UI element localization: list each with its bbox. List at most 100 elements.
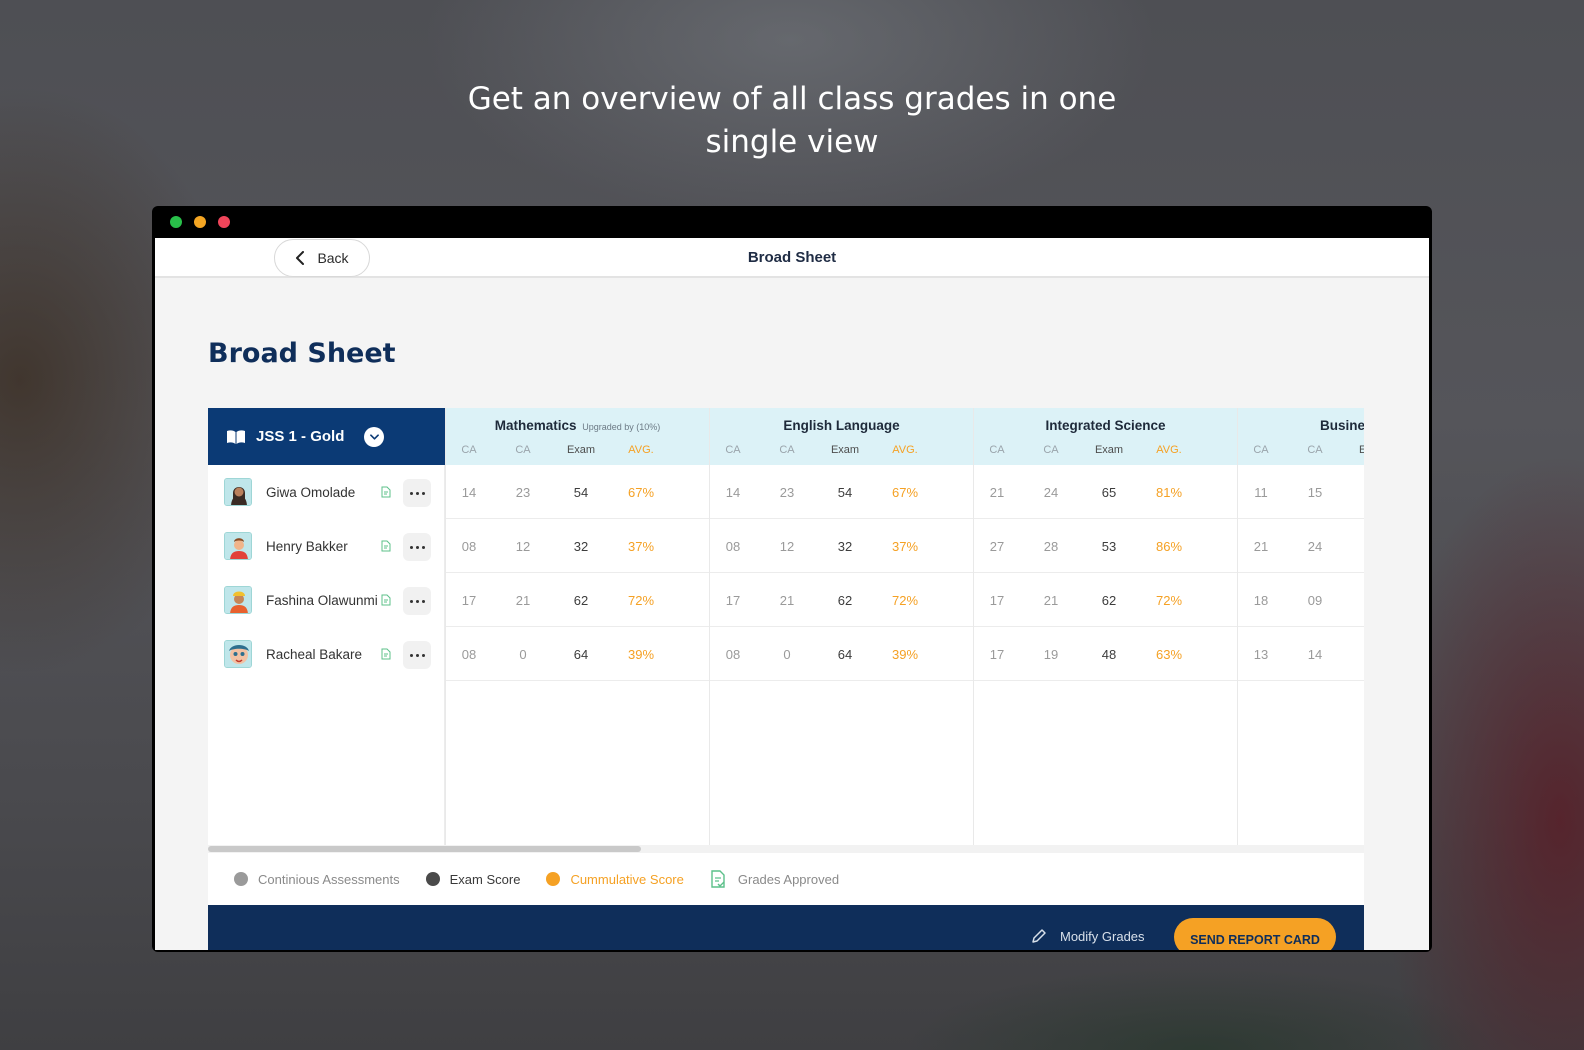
score-row: 27 28 53 86% [974,519,1237,573]
col-label-exam: Exam [1359,444,1364,456]
student-row[interactable]: Giwa Omolade [208,465,444,519]
avatar [224,640,252,668]
score-row: 17 21 62 72% [974,573,1237,627]
score-row: 21 24 [1238,519,1364,573]
score-row: 17 21 62 72% [446,573,709,627]
score-ca: 12 [779,539,795,554]
score-exam: 54 [573,485,589,500]
modify-grades-button[interactable]: Modify Grades [1030,927,1145,945]
scores-grid[interactable]: Mathematics Upgraded by (10%) CA CA Exam… [445,408,1364,845]
approved-doc-icon [381,594,391,606]
score-row: 18 09 [1238,573,1364,627]
col-label-avg: AVG. [1156,444,1182,456]
subject-column-mathematics: Mathematics Upgraded by (10%) CA CA Exam… [445,408,709,845]
approved-doc-icon [381,540,391,552]
avatar [224,478,252,506]
modify-grades-label: Modify Grades [1060,928,1145,944]
score-ca: 21 [515,593,531,608]
score-avg: 63% [1155,647,1183,662]
legend-continuous: Continious Assessments [234,872,400,887]
headline-line-1: Get an overview of all class grades in o… [467,81,1117,117]
horizontal-scrollbar[interactable] [208,845,1364,853]
score-avg: 67% [627,485,655,500]
score-ca: 17 [725,593,741,608]
score-row: 11 15 [1238,465,1364,519]
app-screen: Back Broad Sheet Broad Sheet JSS 1 - Gol… [155,238,1429,950]
more-options-button[interactable] [403,587,431,615]
subject-header: Mathematics Upgraded by (10%) CA CA Exam… [446,408,709,465]
score-ca: 23 [779,485,795,500]
score-exam: 48 [1101,647,1117,662]
subject-note: Upgraded by (10%) [582,422,661,432]
score-ca: 21 [1253,539,1269,554]
student-name: Racheal Bakare [266,646,363,662]
score-avg: 72% [891,593,919,608]
pencil-icon [1032,929,1046,943]
window-titlebar [152,206,1432,238]
more-options-button[interactable] [403,533,431,561]
student-row[interactable]: Henry Bakker [208,519,444,573]
window-minimize-dot[interactable] [194,216,206,228]
score-ca: 21 [989,485,1005,500]
subject-name: Busines [1320,418,1364,433]
approved-doc-icon [711,870,725,888]
scrollbar-thumb[interactable] [208,846,641,852]
subject-name: English Language [783,418,900,433]
score-ca: 21 [779,593,795,608]
col-label-avg: AVG. [892,444,918,456]
window-maximize-dot[interactable] [170,216,182,228]
score-avg: 86% [1155,539,1183,554]
score-avg: 39% [891,647,919,662]
score-exam: 64 [573,647,589,662]
col-label-ca: CA [779,444,795,456]
score-avg: 72% [1155,593,1183,608]
subject-header: English Language CA CA Exam AVG. [710,408,973,465]
subject-title: Mathematics [494,418,577,433]
score-row: 08 12 32 37% [446,519,709,573]
more-options-button[interactable] [403,641,431,669]
score-ca: 18 [1253,593,1269,608]
orange-dot-icon [546,872,561,886]
broad-sheet-table: JSS 1 - Gold Giwa Omolade Henry Bakker F… [208,408,1364,950]
score-ca: 23 [515,485,531,500]
legend-approved-label: Grades Approved [737,871,840,887]
col-label-ca: CA [725,444,741,456]
class-selector[interactable]: JSS 1 - Gold [208,408,445,465]
top-bar-title: Broad Sheet [747,249,837,266]
score-ca: 08 [461,647,477,662]
score-ca: 14 [1307,647,1323,662]
score-ca: 17 [989,593,1005,608]
top-bar: Back Broad Sheet [155,238,1429,278]
student-row[interactable]: Racheal Bakare [208,627,444,681]
col-label-exam: Exam [566,444,596,456]
gray-dot-icon [234,872,248,886]
score-exam: 62 [1101,593,1117,608]
score-avg: 72% [627,593,655,608]
page-title: Broad Sheet [208,338,396,369]
col-label-ca: CA [1307,444,1323,456]
app-window: Back Broad Sheet Broad Sheet JSS 1 - Gol… [152,206,1432,952]
score-row: 14 23 54 67% [446,465,709,519]
score-avg: 39% [627,647,655,662]
score-ca: 21 [1043,593,1059,608]
student-row[interactable]: Fashina Olawunmi [208,573,444,627]
score-exam: 32 [837,539,853,554]
student-list: Giwa Omolade Henry Bakker Fashina Olawun… [208,465,445,845]
score-ca: 27 [989,539,1005,554]
window-close-dot[interactable] [218,216,230,228]
col-label-ca: CA [515,444,531,456]
subject-column-english-language: English Language CA CA Exam AVG. 14 23 5… [709,408,973,845]
more-options-button[interactable] [403,479,431,507]
score-row: 17 21 62 72% [710,573,973,627]
send-report-card-button[interactable]: SEND REPORT CARD [1174,918,1336,950]
score-exam: 64 [837,647,853,662]
legend-exam: Exam Score [425,872,520,887]
avatar [224,586,252,614]
subject-header: Busines CA CA Exam [1238,408,1364,465]
chevron-down-icon[interactable] [364,426,385,447]
legend-cumulative: Cummulative Score [546,872,684,887]
score-ca: 13 [1253,647,1269,662]
marketing-headline: Get an overview of all class grades in o… [0,78,1584,164]
action-footer: Modify Grades SEND REPORT CARD [208,905,1364,950]
score-ca: 17 [989,647,1005,662]
